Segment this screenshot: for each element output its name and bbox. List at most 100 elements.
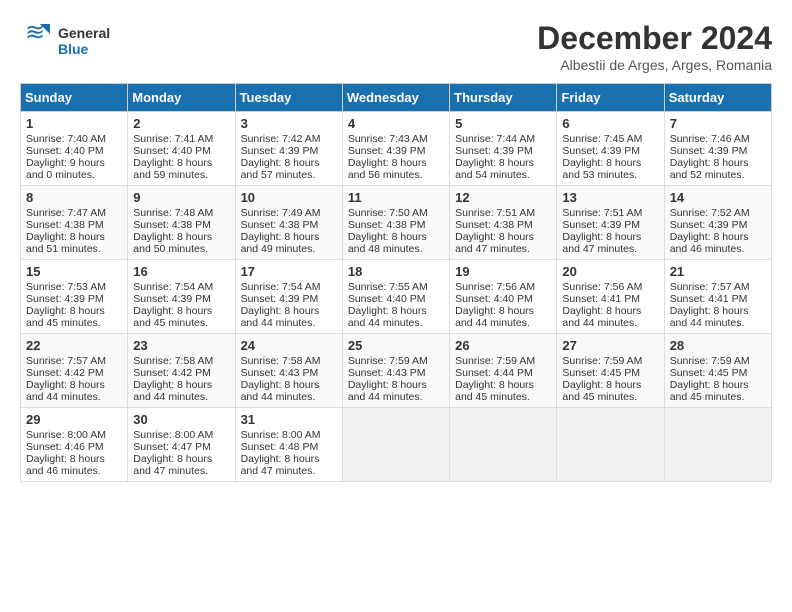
sunrise-text: Sunrise: 7:42 AM bbox=[241, 133, 337, 145]
calendar-cell: 10Sunrise: 7:49 AMSunset: 4:38 PMDayligh… bbox=[235, 186, 342, 260]
sunset-text: Sunset: 4:43 PM bbox=[241, 367, 337, 379]
sunset-text: Sunset: 4:42 PM bbox=[26, 367, 122, 379]
sunset-text: Sunset: 4:38 PM bbox=[455, 219, 551, 231]
day-number: 28 bbox=[670, 338, 766, 353]
daylight-text: Daylight: 8 hours and 44 minutes. bbox=[455, 305, 551, 329]
sunrise-text: Sunrise: 8:00 AM bbox=[26, 429, 122, 441]
calendar-cell: 6Sunrise: 7:45 AMSunset: 4:39 PMDaylight… bbox=[557, 112, 664, 186]
day-number: 20 bbox=[562, 264, 658, 279]
sunrise-text: Sunrise: 7:58 AM bbox=[241, 355, 337, 367]
day-number: 8 bbox=[26, 190, 122, 205]
daylight-text: Daylight: 8 hours and 51 minutes. bbox=[26, 231, 122, 255]
calendar-cell: 23Sunrise: 7:58 AMSunset: 4:42 PMDayligh… bbox=[128, 334, 235, 408]
daylight-text: Daylight: 8 hours and 45 minutes. bbox=[562, 379, 658, 403]
day-number: 21 bbox=[670, 264, 766, 279]
calendar-cell: 8 Sunrise: 7:47 AMSunset: 4:38 PMDaylight… bbox=[21, 186, 128, 260]
day-number: 19 bbox=[455, 264, 551, 279]
daylight-text: Daylight: 9 hours and 0 minutes. bbox=[26, 157, 122, 181]
daylight-text: Daylight: 8 hours and 56 minutes. bbox=[348, 157, 444, 181]
calendar-cell: 29Sunrise: 8:00 AMSunset: 4:46 PMDayligh… bbox=[21, 408, 128, 482]
day-number: 15 bbox=[26, 264, 122, 279]
daylight-text: Daylight: 8 hours and 47 minutes. bbox=[455, 231, 551, 255]
sunset-text: Sunset: 4:40 PM bbox=[26, 145, 122, 157]
calendar-cell: 21Sunrise: 7:57 AMSunset: 4:41 PMDayligh… bbox=[664, 260, 771, 334]
sunrise-text: Sunrise: 7:59 AM bbox=[455, 355, 551, 367]
calendar-cell: 14Sunrise: 7:52 AMSunset: 4:39 PMDayligh… bbox=[664, 186, 771, 260]
sunset-text: Sunset: 4:39 PM bbox=[670, 145, 766, 157]
daylight-text: Daylight: 8 hours and 44 minutes. bbox=[348, 379, 444, 403]
calendar-cell: 15Sunrise: 7:53 AMSunset: 4:39 PMDayligh… bbox=[21, 260, 128, 334]
day-of-week-header: Sunday bbox=[21, 84, 128, 112]
sunrise-text: Sunrise: 7:48 AM bbox=[133, 207, 229, 219]
calendar-cell: 26 Sunrise: 7:59 AMSunset: 4:44 PMDayligh… bbox=[450, 334, 557, 408]
calendar-table: SundayMondayTuesdayWednesdayThursdayFrid… bbox=[20, 83, 772, 482]
svg-text:Blue: Blue bbox=[58, 41, 89, 57]
daylight-text: Daylight: 8 hours and 45 minutes. bbox=[670, 379, 766, 403]
sunset-text: Sunset: 4:39 PM bbox=[562, 145, 658, 157]
sunrise-text: Sunrise: 7:49 AM bbox=[241, 207, 337, 219]
day-number: 7 bbox=[670, 116, 766, 131]
calendar-cell bbox=[450, 408, 557, 482]
sunrise-text: Sunrise: 7:41 AM bbox=[133, 133, 229, 145]
logo-svg: General Blue ≋ bbox=[20, 20, 140, 60]
sunset-text: Sunset: 4:40 PM bbox=[348, 293, 444, 305]
location-subtitle: Albestii de Arges, Arges, Romania bbox=[537, 57, 772, 73]
day-number: 4 bbox=[348, 116, 444, 131]
svg-text:≋: ≋ bbox=[25, 20, 45, 46]
day-number: 12 bbox=[455, 190, 551, 205]
sunset-text: Sunset: 4:39 PM bbox=[241, 293, 337, 305]
calendar-header-row: SundayMondayTuesdayWednesdayThursdayFrid… bbox=[21, 84, 772, 112]
calendar-cell: 19Sunrise: 7:56 AMSunset: 4:40 PMDayligh… bbox=[450, 260, 557, 334]
sunrise-text: Sunrise: 7:47 AM bbox=[26, 207, 122, 219]
sunrise-text: Sunrise: 7:45 AM bbox=[562, 133, 658, 145]
day-of-week-header: Tuesday bbox=[235, 84, 342, 112]
day-number: 6 bbox=[562, 116, 658, 131]
calendar-week-row: 1Sunrise: 7:40 AMSunset: 4:40 PMDaylight… bbox=[21, 112, 772, 186]
sunset-text: Sunset: 4:39 PM bbox=[562, 219, 658, 231]
svg-text:General: General bbox=[58, 25, 110, 41]
daylight-text: Daylight: 8 hours and 52 minutes. bbox=[670, 157, 766, 181]
sunset-text: Sunset: 4:41 PM bbox=[562, 293, 658, 305]
sunrise-text: Sunrise: 7:56 AM bbox=[455, 281, 551, 293]
sunrise-text: Sunrise: 7:59 AM bbox=[670, 355, 766, 367]
daylight-text: Daylight: 8 hours and 48 minutes. bbox=[348, 231, 444, 255]
day-of-week-header: Friday bbox=[557, 84, 664, 112]
sunrise-text: Sunrise: 7:55 AM bbox=[348, 281, 444, 293]
daylight-text: Daylight: 8 hours and 44 minutes. bbox=[670, 305, 766, 329]
daylight-text: Daylight: 8 hours and 47 minutes. bbox=[133, 453, 229, 477]
calendar-cell: 31Sunrise: 8:00 AMSunset: 4:48 PMDayligh… bbox=[235, 408, 342, 482]
daylight-text: Daylight: 8 hours and 57 minutes. bbox=[241, 157, 337, 181]
daylight-text: Daylight: 8 hours and 45 minutes. bbox=[455, 379, 551, 403]
sunset-text: Sunset: 4:44 PM bbox=[455, 367, 551, 379]
sunrise-text: Sunrise: 7:54 AM bbox=[133, 281, 229, 293]
daylight-text: Daylight: 8 hours and 49 minutes. bbox=[241, 231, 337, 255]
day-number: 30 bbox=[133, 412, 229, 427]
day-number: 9 bbox=[133, 190, 229, 205]
sunrise-text: Sunrise: 7:59 AM bbox=[348, 355, 444, 367]
day-number: 22 bbox=[26, 338, 122, 353]
sunset-text: Sunset: 4:39 PM bbox=[348, 145, 444, 157]
sunrise-text: Sunrise: 7:44 AM bbox=[455, 133, 551, 145]
calendar-cell: 7Sunrise: 7:46 AMSunset: 4:39 PMDaylight… bbox=[664, 112, 771, 186]
daylight-text: Daylight: 8 hours and 44 minutes. bbox=[348, 305, 444, 329]
day-number: 16 bbox=[133, 264, 229, 279]
calendar-week-row: 15Sunrise: 7:53 AMSunset: 4:39 PMDayligh… bbox=[21, 260, 772, 334]
calendar-cell bbox=[557, 408, 664, 482]
sunrise-text: Sunrise: 7:57 AM bbox=[26, 355, 122, 367]
sunset-text: Sunset: 4:41 PM bbox=[670, 293, 766, 305]
sunset-text: Sunset: 4:39 PM bbox=[670, 219, 766, 231]
day-of-week-header: Wednesday bbox=[342, 84, 449, 112]
sunset-text: Sunset: 4:38 PM bbox=[26, 219, 122, 231]
calendar-cell: 18Sunrise: 7:55 AMSunset: 4:40 PMDayligh… bbox=[342, 260, 449, 334]
daylight-text: Daylight: 8 hours and 44 minutes. bbox=[26, 379, 122, 403]
sunrise-text: Sunrise: 7:51 AM bbox=[455, 207, 551, 219]
sunset-text: Sunset: 4:47 PM bbox=[133, 441, 229, 453]
sunrise-text: Sunrise: 7:50 AM bbox=[348, 207, 444, 219]
sunset-text: Sunset: 4:38 PM bbox=[348, 219, 444, 231]
day-number: 26 bbox=[455, 338, 551, 353]
daylight-text: Daylight: 8 hours and 46 minutes. bbox=[670, 231, 766, 255]
calendar-cell: 30Sunrise: 8:00 AMSunset: 4:47 PMDayligh… bbox=[128, 408, 235, 482]
daylight-text: Daylight: 8 hours and 44 minutes. bbox=[241, 379, 337, 403]
sunrise-text: Sunrise: 7:59 AM bbox=[562, 355, 658, 367]
sunrise-text: Sunrise: 7:43 AM bbox=[348, 133, 444, 145]
